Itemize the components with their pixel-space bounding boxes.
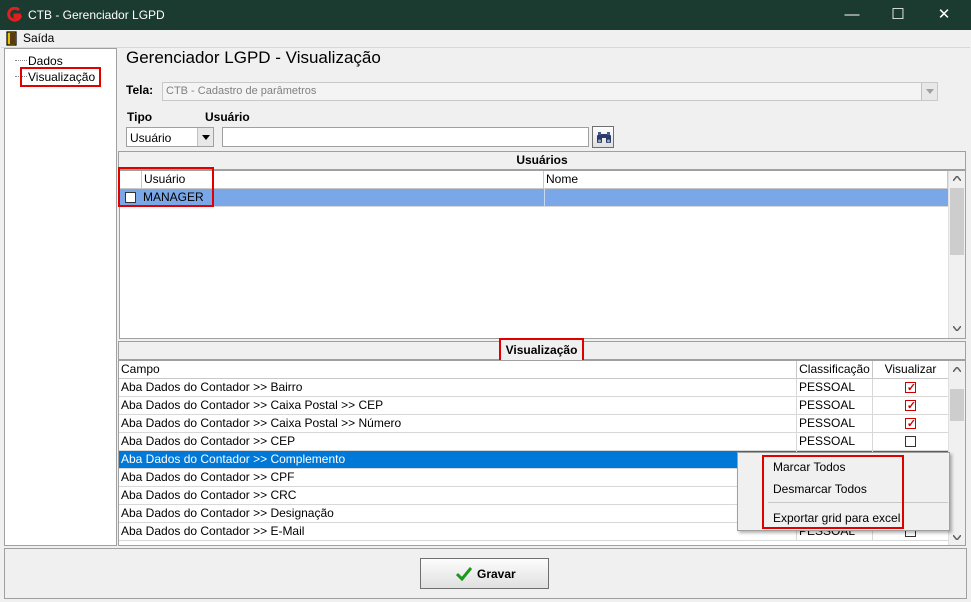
- col-header-classificacao[interactable]: Classificação: [797, 361, 873, 379]
- minimize-button[interactable]: —: [829, 0, 875, 30]
- users-panel-header: Usuários: [118, 151, 966, 170]
- tree-connector: [15, 60, 27, 61]
- cell-classificacao: PESSOAL: [797, 397, 873, 415]
- vis-scrollbar[interactable]: [948, 361, 965, 545]
- menu-exit[interactable]: Saída: [23, 31, 54, 45]
- chevron-down-icon: [926, 89, 934, 94]
- table-row[interactable]: MANAGER: [120, 189, 948, 207]
- tipo-label: Tipo: [127, 110, 153, 124]
- visualizar-checkbox[interactable]: [905, 436, 916, 447]
- maximize-button[interactable]: ☐: [875, 0, 921, 30]
- col-header-nome[interactable]: Nome: [544, 171, 948, 189]
- table-row[interactable]: Aba Dados do Contador >> Bairro PESSOAL: [119, 379, 949, 397]
- usuario-label: Usuário: [205, 110, 250, 124]
- tela-select: CTB - Cadastro de parâmetros: [162, 82, 938, 101]
- tela-dropdown-button: [921, 83, 937, 100]
- cell-classificacao: PESSOAL: [797, 379, 873, 397]
- cell-campo: Aba Dados do Contador >> Caixa Postal >>…: [119, 397, 797, 415]
- window-title: CTB - Gerenciador LGPD: [28, 8, 165, 22]
- cell-campo: Aba Dados do Contador >> Designação: [119, 505, 797, 523]
- cell-campo: Aba Dados do Contador >> Caixa Postal >>…: [119, 415, 797, 433]
- tipo-dropdown-button[interactable]: [197, 128, 213, 146]
- users-grid: Usuário Nome MANAGER: [119, 170, 966, 339]
- tela-label: Tela:: [126, 83, 154, 97]
- cell-campo: Aba Dados do Contador >> Complemento: [119, 451, 797, 469]
- vis-panel-header: Visualização: [499, 338, 584, 362]
- table-row[interactable]: Aba Dados do Contador >> Caixa Postal >>…: [119, 415, 949, 433]
- save-button[interactable]: Gravar: [420, 558, 549, 589]
- tipo-select[interactable]: Usuário: [126, 127, 214, 147]
- nav-tree: Dados Visualização: [4, 48, 117, 546]
- cell-campo: Aba Dados do Contador >> Bairro: [119, 379, 797, 397]
- menu-bar: Saída: [1, 30, 970, 48]
- app-logo-icon: [7, 7, 22, 22]
- checkmark-icon: [456, 567, 472, 581]
- users-scrollbar[interactable]: [948, 171, 965, 338]
- binoculars-icon: [597, 132, 611, 143]
- highlight-box: [118, 167, 214, 207]
- column-divider: [544, 189, 545, 207]
- tree-item-dados[interactable]: Dados: [28, 54, 63, 68]
- save-button-label: Gravar: [477, 567, 516, 581]
- usuario-input[interactable]: [222, 127, 589, 147]
- col-header-visualizar[interactable]: Visualizar: [873, 361, 949, 379]
- close-button[interactable]: ✕: [921, 0, 967, 30]
- title-bar: CTB - Gerenciador LGPD — ☐ ✕: [0, 0, 971, 30]
- cell-campo: Aba Dados do Contador >> E-Mail: [119, 523, 797, 541]
- col-header-campo[interactable]: Campo: [119, 361, 797, 379]
- tree-item-visualizacao[interactable]: Visualização: [28, 70, 95, 84]
- cell-campo: Aba Dados do Contador >> CPF: [119, 469, 797, 487]
- scroll-up-icon[interactable]: [953, 176, 961, 181]
- cell-classificacao: PESSOAL: [797, 433, 873, 451]
- visualizar-checkbox[interactable]: [905, 398, 917, 415]
- visualizar-checkbox[interactable]: [905, 416, 917, 433]
- scroll-up-icon[interactable]: [953, 367, 961, 372]
- page-title: Gerenciador LGPD - Visualização: [126, 48, 381, 67]
- search-button[interactable]: [592, 126, 614, 148]
- cell-campo: Aba Dados do Contador >> CRC: [119, 487, 797, 505]
- table-row[interactable]: Aba Dados do Contador >> Caixa Postal >>…: [119, 397, 949, 415]
- exit-door-icon[interactable]: [6, 31, 18, 46]
- scroll-down-icon[interactable]: [953, 326, 961, 331]
- vis-scroll-thumb[interactable]: [950, 389, 964, 421]
- chevron-down-icon: [202, 135, 210, 140]
- cell-campo: Aba Dados do Contador >> CEP: [119, 433, 797, 451]
- cell-classificacao: PESSOAL: [797, 415, 873, 433]
- visualizar-checkbox[interactable]: [905, 380, 917, 397]
- tipo-value: Usuário: [130, 131, 172, 145]
- table-row[interactable]: Aba Dados do Contador >> CEP PESSOAL: [119, 433, 949, 451]
- users-scroll-thumb[interactable]: [950, 188, 964, 255]
- tela-value: CTB - Cadastro de parâmetros: [166, 85, 317, 97]
- highlight-box: [762, 455, 904, 529]
- scroll-down-icon[interactable]: [953, 535, 961, 540]
